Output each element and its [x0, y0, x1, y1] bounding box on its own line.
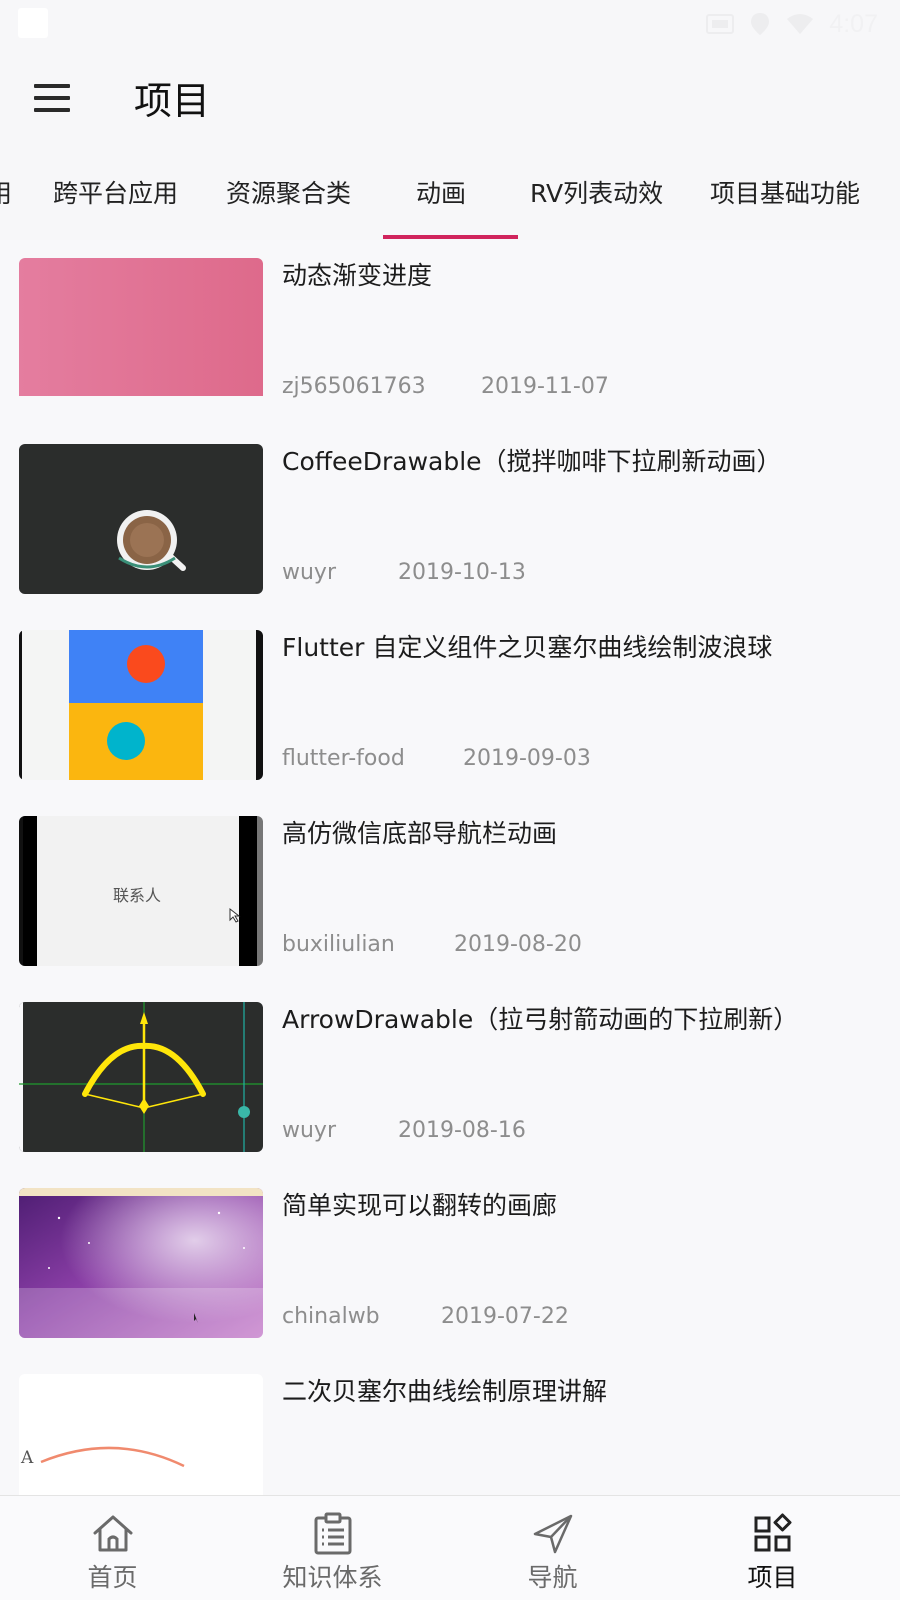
- tab-resource-aggregation[interactable]: 资源聚合类: [226, 174, 351, 210]
- item-date: 2019-08-20: [454, 932, 582, 957]
- item-title: CoffeeDrawable（搅拌咖啡下拉刷新动画）: [282, 447, 782, 476]
- thumbnail: 联系人: [19, 816, 263, 966]
- nav-label: 首页: [87, 1563, 138, 1592]
- thumbnail: [19, 1188, 263, 1338]
- list-item[interactable]: A 二次贝塞尔曲线绘制原理讲解: [0, 1356, 900, 1495]
- tab-project-basics[interactable]: 项目基础功能: [710, 174, 860, 210]
- location-icon: [751, 13, 770, 35]
- item-author: buxiliulian: [282, 932, 395, 957]
- project-list: 动态渐变进度 zj565061763 2019-11-07 CoffeeDraw…: [0, 240, 900, 1495]
- clipboard-icon: [314, 1512, 351, 1555]
- sim-icon: [706, 14, 735, 34]
- thumbnail-label: 联系人: [112, 886, 161, 905]
- home-icon: [93, 1515, 132, 1552]
- nav-navigation[interactable]: 导航: [440, 1496, 665, 1600]
- nav-label: 知识体系: [282, 1563, 383, 1592]
- thumbnail: [19, 258, 263, 408]
- item-title: Flutter 自定义组件之贝塞尔曲线绘制波浪球: [282, 633, 773, 662]
- tab-bar: 用 跨平台应用 资源聚合类 动画 RV列表动效 项目基础功能: [0, 148, 900, 240]
- item-date: 2019-10-13: [398, 560, 526, 585]
- tab-rv-list-effects[interactable]: RV列表动效: [530, 174, 663, 210]
- status-time: 4:07: [829, 9, 878, 38]
- bottom-navigation: 首页 知识体系 导航 项目: [0, 1495, 900, 1600]
- item-author: chinalwb: [282, 1304, 380, 1329]
- list-item[interactable]: 简单实现可以翻转的画廊 chinalwb 2019-07-22: [0, 1170, 900, 1360]
- item-author: flutter-food: [282, 746, 405, 771]
- thumbnail: A: [19, 1374, 263, 1495]
- tab-partial[interactable]: 用: [0, 174, 12, 210]
- item-date: 2019-07-22: [441, 1304, 569, 1329]
- item-date: 2019-09-03: [463, 746, 591, 771]
- tab-animation[interactable]: 动画: [416, 174, 466, 210]
- nav-label: 项目: [747, 1563, 798, 1592]
- item-title: 简单实现可以翻转的画廊: [282, 1191, 558, 1220]
- status-bar: 4:07: [0, 0, 900, 48]
- list-item[interactable]: 动态渐变进度 zj565061763 2019-11-07: [0, 240, 900, 430]
- item-title: 动态渐变进度: [282, 261, 433, 290]
- grid-icon: [754, 1513, 791, 1552]
- thumbnail: [19, 630, 263, 780]
- app-bar: 项目: [0, 48, 900, 148]
- list-item[interactable]: ArrowDrawable（拉弓射箭动画的下拉刷新） wuyr 2019-08-…: [0, 984, 900, 1174]
- nav-knowledge-system[interactable]: 知识体系: [220, 1496, 445, 1600]
- notification-icon: [18, 8, 48, 38]
- list-item[interactable]: 联系人 高仿微信底部导航栏动画 buxiliulian 2019-08-20: [0, 798, 900, 988]
- item-author: wuyr: [282, 1118, 337, 1143]
- thumbnail-label: A: [21, 1448, 34, 1468]
- nav-label: 导航: [527, 1563, 578, 1592]
- nav-projects[interactable]: 项目: [660, 1496, 885, 1600]
- tab-cross-platform[interactable]: 跨平台应用: [53, 174, 178, 210]
- item-title: 高仿微信底部导航栏动画: [282, 819, 558, 848]
- item-title: 二次贝塞尔曲线绘制原理讲解: [282, 1377, 608, 1406]
- status-icons: 4:07: [705, 10, 878, 38]
- navigation-icon: [533, 1514, 572, 1554]
- wifi-icon: [787, 14, 814, 34]
- list-item[interactable]: CoffeeDrawable（搅拌咖啡下拉刷新动画） wuyr 2019-10-…: [0, 426, 900, 616]
- nav-home[interactable]: 首页: [0, 1496, 225, 1600]
- tab-indicator: [383, 235, 518, 239]
- item-author: zj565061763: [282, 374, 426, 399]
- thumbnail: [19, 1002, 263, 1152]
- menu-icon[interactable]: [30, 76, 74, 120]
- item-date: 2019-11-07: [481, 374, 609, 399]
- item-title: ArrowDrawable（拉弓射箭动画的下拉刷新）: [282, 1005, 799, 1034]
- list-item[interactable]: Flutter 自定义组件之贝塞尔曲线绘制波浪球 flutter-food 20…: [0, 612, 900, 802]
- item-date: 2019-08-16: [398, 1118, 526, 1143]
- thumbnail: [19, 444, 263, 594]
- item-author: wuyr: [282, 560, 337, 585]
- page-title: 项目: [134, 79, 211, 123]
